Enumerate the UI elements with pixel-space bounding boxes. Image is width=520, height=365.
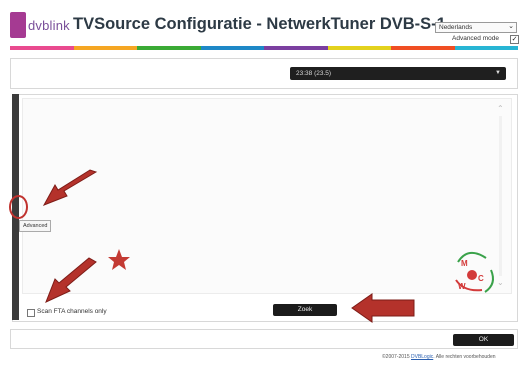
- copyright-prefix: ©2007-2015: [382, 354, 410, 360]
- dvblink-logo-mark: [10, 12, 26, 38]
- scrollbar-track[interactable]: [499, 116, 502, 276]
- copyright-footer: ©2007-2015 DVBLogic. Alle rechten voorbe…: [382, 354, 496, 360]
- frequency-select[interactable]: 23:38 (23.5) ▼: [290, 67, 506, 80]
- stripe-segment: [10, 46, 74, 50]
- color-stripe: [10, 46, 518, 50]
- stripe-segment: [137, 46, 201, 50]
- stripe-segment: [73, 46, 137, 50]
- scan-fta-label: Scan FTA channels only: [37, 308, 107, 315]
- search-button[interactable]: Zoek: [273, 304, 337, 316]
- language-select[interactable]: Nederlands ⌄: [435, 22, 517, 33]
- stripe-segment: [327, 46, 391, 50]
- advanced-tooltip: Advanced: [19, 220, 52, 232]
- advanced-mode-label: Advanced mode: [452, 35, 499, 42]
- scroll-up-icon[interactable]: ⌃: [497, 104, 504, 113]
- stripe-segment: [200, 46, 264, 50]
- stripe-segment: [264, 46, 328, 50]
- dvblogic-link[interactable]: DVBLogic: [411, 354, 433, 360]
- stripe-segment: [454, 46, 518, 50]
- dvblink-logo-text: dvblink: [28, 18, 70, 33]
- highlight-circle: [9, 195, 28, 219]
- stripe-segment: [391, 46, 455, 50]
- copyright-suffix: . Alle rechten voorbehouden: [433, 354, 496, 360]
- frequency-select-value: 23:38 (23.5): [296, 70, 332, 77]
- language-select-value: Nederlands: [439, 24, 473, 31]
- bottom-bar: [10, 329, 518, 349]
- chevron-down-icon: ⌄: [508, 23, 514, 30]
- scroll-down-icon[interactable]: ⌄: [497, 278, 504, 287]
- advanced-mode-checkbox[interactable]: ✓: [510, 35, 519, 44]
- caret-down-icon: ▼: [495, 70, 501, 76]
- ok-button[interactable]: OK: [453, 334, 514, 346]
- page-title: TVSource Configuratie - NetwerkTuner DVB…: [73, 15, 446, 33]
- channel-list-area[interactable]: [22, 98, 512, 294]
- scan-fta-checkbox[interactable]: [27, 309, 35, 317]
